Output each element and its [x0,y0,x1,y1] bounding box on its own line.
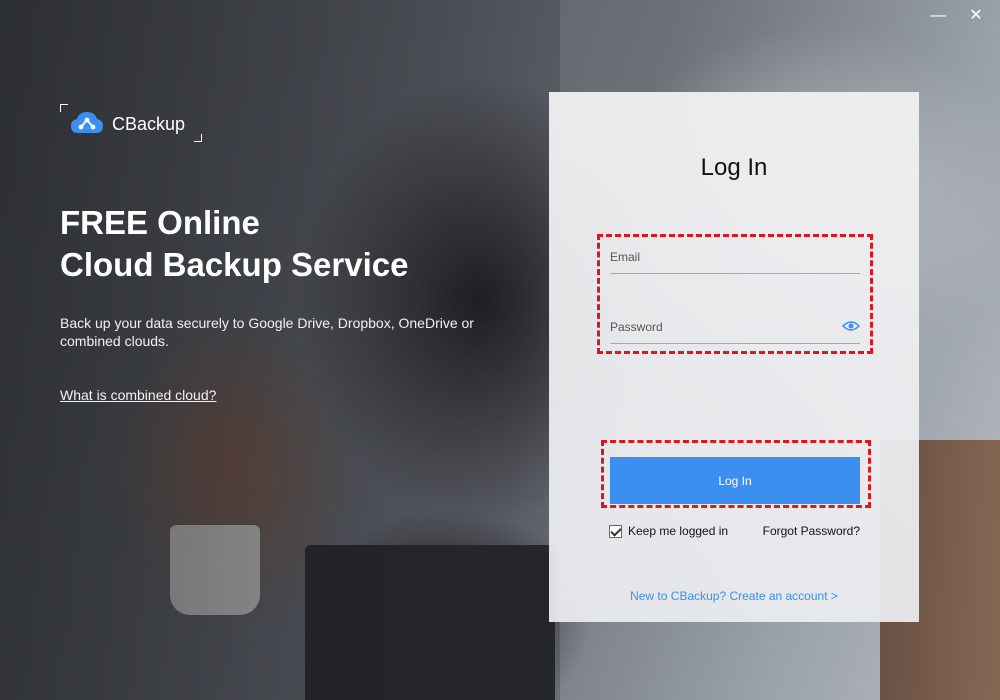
hero-headline-line2: Cloud Backup Service [60,246,409,283]
hero-subtext: Back up your data securely to Google Dri… [60,315,474,349]
brand-name: CBackup [112,114,186,134]
window-controls: — ✕ [928,6,986,26]
checkbox-checked-icon[interactable] [609,524,622,538]
fields-highlight-box [597,234,873,354]
brand-corner-top-left [60,104,68,112]
hero-headline: FREE Online Cloud Backup Service [60,202,530,286]
brand: CBackup [60,104,202,142]
brand-corner-bottom-right [194,134,202,142]
button-highlight-box [601,440,871,508]
keep-logged-in-checkbox[interactable]: Keep me logged in [609,524,728,538]
forgot-password-link[interactable]: Forgot Password? [763,524,860,538]
minimize-button[interactable]: — [928,6,948,26]
login-panel: Log In Log In Keep me logged in Forgot P… [549,92,919,622]
cloud-network-icon [71,112,103,133]
keep-logged-in-label: Keep me logged in [628,524,729,538]
combined-cloud-link[interactable]: What is combined cloud? [60,387,216,403]
login-title: Log In [700,154,768,181]
close-button[interactable]: ✕ [966,6,986,26]
hero-headline-line1: FREE Online [60,204,260,241]
create-account-link[interactable]: New to CBackup? Create an account > [549,589,919,603]
